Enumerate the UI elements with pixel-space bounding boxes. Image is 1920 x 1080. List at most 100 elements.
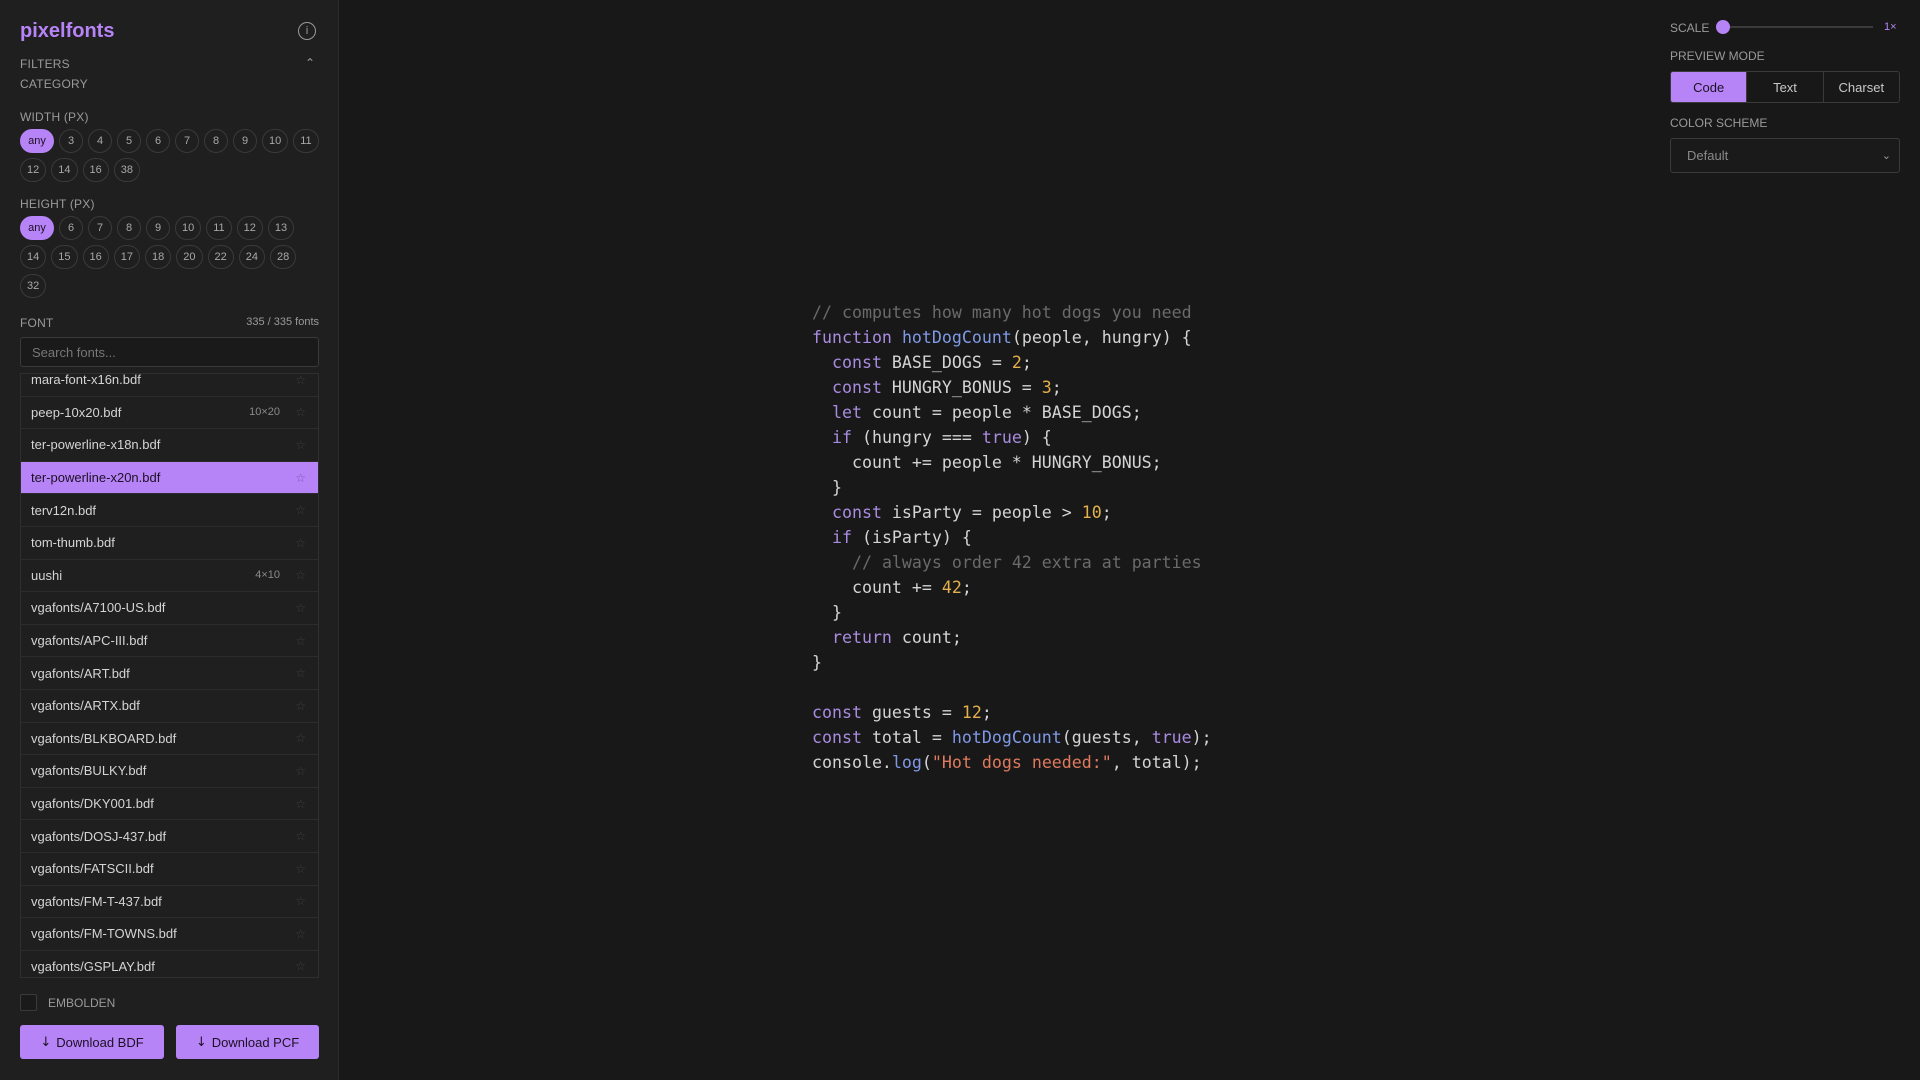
font-list-item[interactable]: vgafonts/DKY001.bdf ☆: [21, 788, 318, 821]
code-token: true: [1151, 728, 1192, 747]
height-chip-10[interactable]: 10: [175, 216, 202, 240]
download-bdf-button[interactable]: ↓ Download BDF: [20, 1025, 164, 1059]
font-name: uushi: [31, 567, 63, 583]
height-chip-32[interactable]: 32: [20, 274, 47, 298]
height-chip-13[interactable]: 13: [267, 216, 295, 240]
height-chip-9[interactable]: 9: [146, 216, 170, 240]
code-token: ) {: [1021, 428, 1052, 447]
font-list-item[interactable]: vgafonts/FM-T-437.bdf ☆: [21, 886, 318, 919]
star-icon[interactable]: ☆: [295, 699, 306, 713]
height-chip-14[interactable]: 14: [20, 245, 47, 269]
code-token: count;: [891, 628, 962, 647]
font-name: vgafonts/ART.bdf: [31, 665, 130, 681]
font-list-item[interactable]: ter-powerline-x20n.bdf ☆: [21, 461, 318, 495]
font-list-item[interactable]: vgafonts/ART.bdf ☆: [21, 657, 318, 690]
star-icon[interactable]: ☆: [295, 601, 306, 615]
star-icon[interactable]: ☆: [295, 731, 306, 745]
star-icon[interactable]: ☆: [295, 927, 306, 941]
height-chip-11[interactable]: 11: [206, 216, 232, 240]
width-chip-11[interactable]: 11: [293, 129, 319, 153]
scale-slider-track[interactable]: [1720, 26, 1873, 28]
height-chip-8[interactable]: 8: [117, 216, 141, 240]
app-title: pixelfonts: [20, 20, 115, 42]
font-list[interactable]: mara-font-x16n.bdf ☆ peep-10x20.bdf 10×20 ☆ t…: [20, 373, 319, 978]
star-icon[interactable]: ☆: [295, 797, 306, 811]
height-chip-16[interactable]: 16: [82, 245, 109, 269]
font-list-item[interactable]: vgafonts/FATSCII.bdf ☆: [21, 853, 318, 886]
height-chip-22[interactable]: 22: [207, 245, 234, 269]
height-chip-28[interactable]: 28: [270, 245, 297, 269]
width-chip-9[interactable]: 9: [233, 129, 257, 153]
font-list-item[interactable]: tom-thumb.bdf ☆: [21, 527, 318, 560]
scale-slider-handle[interactable]: [1716, 20, 1730, 34]
star-icon[interactable]: ☆: [295, 374, 306, 387]
width-chip-5[interactable]: 5: [117, 129, 141, 153]
font-list-item[interactable]: uushi 4×10 ☆: [21, 560, 318, 593]
height-chip-12[interactable]: 12: [236, 216, 263, 240]
embolden-toggle[interactable]: EMBOLDEN: [20, 994, 115, 1011]
font-dimensions: 4×10: [255, 569, 280, 582]
star-icon[interactable]: ☆: [295, 764, 306, 778]
height-chip-18[interactable]: 18: [145, 245, 172, 269]
width-chip-any[interactable]: any: [20, 129, 54, 153]
preview-mode-charset-button[interactable]: Charset: [1822, 72, 1899, 102]
star-icon[interactable]: ☆: [295, 959, 306, 973]
font-list-item[interactable]: vgafonts/DOSJ-437.bdf ☆: [21, 820, 318, 853]
star-icon[interactable]: ☆: [295, 862, 306, 876]
code-token: isParty = people >: [881, 503, 1082, 522]
star-icon[interactable]: ☆: [295, 829, 306, 843]
info-icon[interactable]: i: [298, 22, 316, 40]
width-chip-7[interactable]: 7: [175, 129, 199, 153]
height-chip-24[interactable]: 24: [238, 245, 265, 269]
star-icon[interactable]: ☆: [295, 666, 306, 680]
font-list-item[interactable]: mara-font-x16n.bdf ☆: [21, 374, 318, 397]
height-chip-20[interactable]: 20: [176, 245, 203, 269]
font-list-item[interactable]: vgafonts/APC-III.bdf ☆: [21, 625, 318, 658]
star-icon[interactable]: ☆: [295, 568, 306, 582]
width-chip-6[interactable]: 6: [146, 129, 170, 153]
code-line: count += 42;: [812, 575, 1212, 600]
width-chip-3[interactable]: 3: [59, 129, 83, 153]
code-token: // always order 42 extra at parties: [851, 553, 1202, 572]
width-chip-38[interactable]: 38: [113, 158, 140, 182]
font-list-item[interactable]: ter-powerline-x18n.bdf ☆: [21, 429, 318, 462]
font-list-item[interactable]: vgafonts/GSPLAY.bdf ☆: [21, 951, 318, 977]
font-list-item[interactable]: vgafonts/FM-TOWNS.bdf ☆: [21, 918, 318, 951]
star-icon[interactable]: ☆: [295, 894, 306, 908]
code-line: if (isParty) {: [812, 525, 1212, 550]
width-chip-16[interactable]: 16: [82, 158, 109, 182]
width-chip-14[interactable]: 14: [51, 158, 78, 182]
chevron-up-icon[interactable]: ⌃: [305, 56, 315, 70]
height-chip-17[interactable]: 17: [113, 245, 140, 269]
font-list-item[interactable]: terv12n.bdf ☆: [21, 494, 318, 527]
star-icon[interactable]: ☆: [295, 438, 306, 452]
font-name: terv12n.bdf: [31, 502, 97, 518]
code-line: }: [812, 600, 1212, 625]
star-icon[interactable]: ☆: [295, 471, 306, 485]
font-list-item[interactable]: vgafonts/A7100-US.bdf ☆: [21, 592, 318, 625]
width-chip-8[interactable]: 8: [204, 129, 228, 153]
height-chip-6[interactable]: 6: [59, 216, 83, 240]
font-list-item[interactable]: vgafonts/BULKY.bdf ☆: [21, 755, 318, 788]
width-chip-10[interactable]: 10: [262, 129, 289, 153]
height-chip-7[interactable]: 7: [88, 216, 112, 240]
font-list-item[interactable]: vgafonts/BLKBOARD.bdf ☆: [21, 723, 318, 756]
embolden-checkbox[interactable]: [20, 994, 37, 1011]
width-chip-4[interactable]: 4: [88, 129, 112, 153]
star-icon[interactable]: ☆: [295, 634, 306, 648]
star-icon[interactable]: ☆: [295, 536, 306, 550]
height-chip-any[interactable]: any: [20, 216, 54, 240]
code-preview: // computes how many hot dogs you need fu…: [812, 300, 1212, 775]
preview-mode-code-button[interactable]: Code: [1671, 72, 1747, 102]
font-list-item[interactable]: vgafonts/ARTX.bdf ☆: [21, 690, 318, 723]
preview-mode-text-button[interactable]: Text: [1746, 72, 1822, 102]
height-chip-15[interactable]: 15: [51, 245, 78, 269]
star-icon[interactable]: ☆: [295, 503, 306, 517]
star-icon[interactable]: ☆: [295, 405, 306, 419]
code-token: 10: [1081, 503, 1102, 522]
width-chip-12[interactable]: 12: [20, 158, 47, 182]
font-list-item[interactable]: peep-10x20.bdf 10×20 ☆: [21, 397, 318, 430]
font-search-input[interactable]: [20, 337, 319, 367]
download-pcf-button[interactable]: ↓ Download PCF: [176, 1025, 319, 1059]
color-scheme-select[interactable]: Default ⌄: [1670, 138, 1900, 173]
